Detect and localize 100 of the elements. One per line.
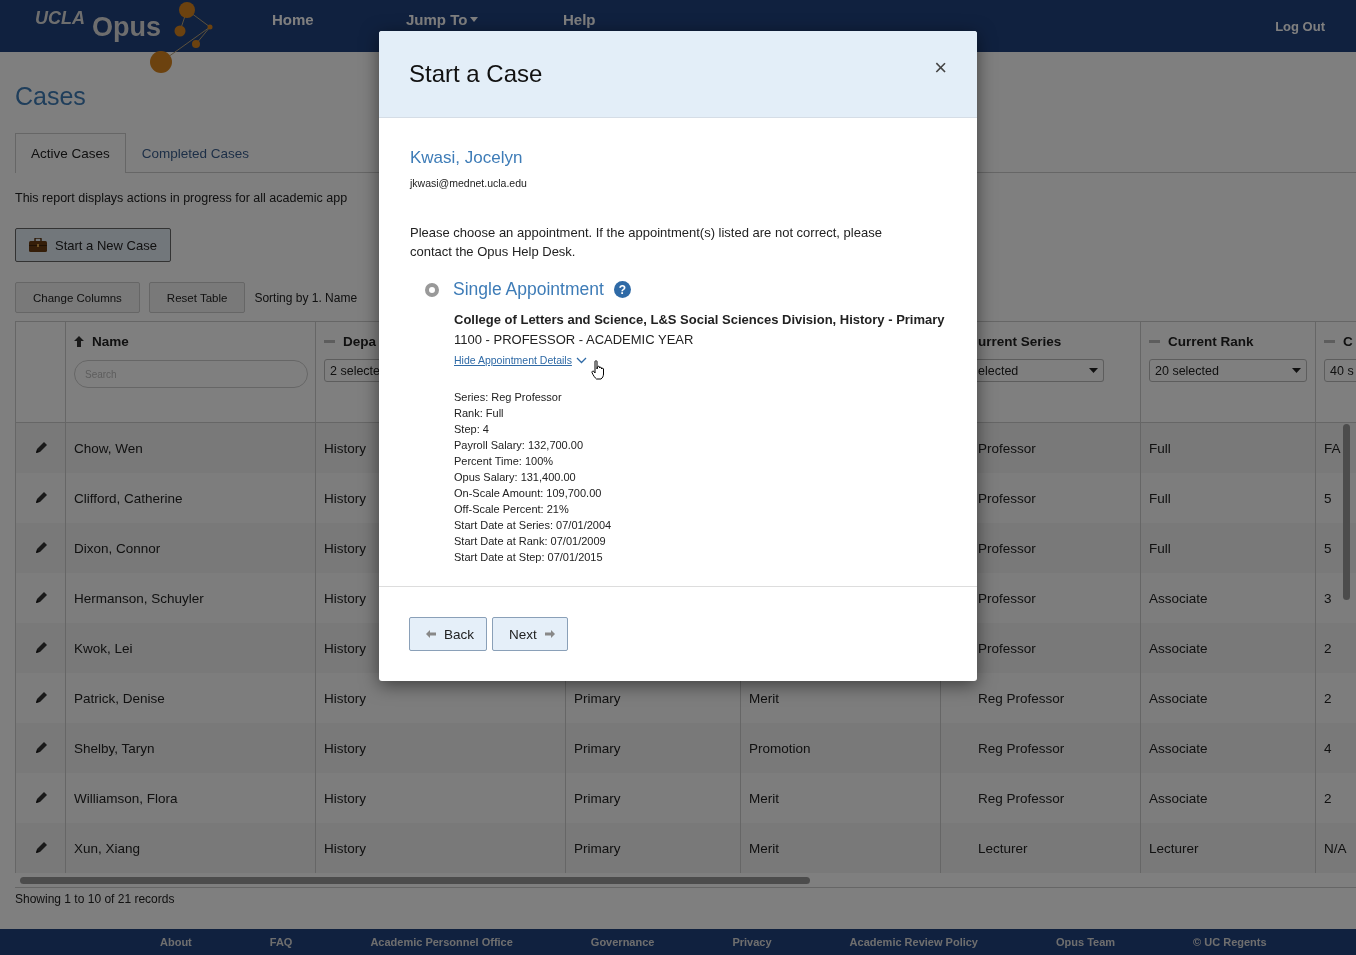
table-cell: Full	[1149, 440, 1171, 456]
table-cell: Primary	[574, 790, 621, 806]
logo-text[interactable]: UCLA	[35, 8, 85, 29]
table-cell: History	[324, 590, 366, 606]
footer-link[interactable]: © UC Regents	[1193, 936, 1267, 948]
filter-dropdown[interactable]: 20 selected	[1149, 359, 1307, 382]
log-out-link[interactable]: Log Out	[1275, 18, 1325, 34]
dialog-title: Start a Case	[409, 60, 543, 88]
table-cell: Professor	[978, 640, 1036, 656]
table-cell: Merit	[749, 790, 779, 806]
detail-text: Opus Salary: 131,400.00	[454, 470, 577, 485]
detail-text: Start Date at Rank: 07/01/2009	[454, 534, 607, 549]
table-cell: History	[324, 490, 366, 506]
table-cell: Xun, Xiang	[74, 840, 141, 856]
footer-link[interactable]: Privacy	[732, 936, 772, 948]
toolbar-button[interactable]: Change Columns	[15, 282, 140, 313]
pencil-icon	[34, 442, 47, 454]
hand-cursor-icon	[591, 360, 606, 380]
tab[interactable]: Completed Cases	[125, 133, 266, 173]
table-cell: Primary	[574, 690, 621, 706]
records-count: Showing 1 to 10 of 21 records	[15, 892, 176, 906]
table-cell: Professor	[978, 590, 1036, 606]
table-cell: Clifford, Catherine	[74, 490, 183, 506]
pencil-icon	[34, 542, 47, 554]
pencil-icon	[34, 792, 47, 804]
column-header[interactable]: Depa	[343, 333, 376, 349]
table-cell: Full	[1149, 490, 1171, 506]
pencil-icon	[34, 742, 47, 754]
start-new-case-button[interactable]: Start a New Case	[15, 228, 171, 262]
table-cell: History	[324, 640, 366, 656]
table-cell: Lecturer	[1149, 840, 1199, 856]
table-cell: 2	[1324, 790, 1332, 806]
detail-text: Rank: Full	[454, 406, 505, 421]
table-cell: 5	[1324, 490, 1332, 506]
table-cell: Associate	[1149, 740, 1208, 756]
table-cell: N/A	[1324, 840, 1347, 856]
logo-text[interactable]: Opus	[92, 10, 161, 44]
table-cell: Lecturer	[978, 840, 1028, 856]
column-header[interactable]: Current Rank	[1168, 333, 1254, 349]
caret-icon	[1089, 368, 1098, 373]
table-cell: Reg Professor	[978, 690, 1065, 706]
table-cell: Chow, Wen	[74, 440, 143, 456]
table-cell: Primary	[574, 740, 621, 756]
unsorted-icon[interactable]	[324, 339, 335, 343]
title-text: 1100 - PROFESSOR - ACADEMIC YEAR	[454, 331, 695, 349]
unsorted-icon[interactable]	[1149, 339, 1160, 343]
table-cell: Associate	[1149, 690, 1208, 706]
tab[interactable]: Active Cases	[15, 133, 126, 173]
table-cell: 2	[1324, 690, 1332, 706]
description-text: This report displays actions in progress for all academic app	[15, 190, 348, 206]
scrollbar[interactable]	[1343, 424, 1350, 600]
table-cell: Primary	[574, 840, 621, 856]
person-name-link[interactable]: Kwasi, Jocelyn	[410, 148, 946, 168]
detail-text: Percent Time: 100%	[454, 454, 555, 469]
footer-link[interactable]: Academic Personnel Office	[370, 936, 513, 948]
pencil-icon	[34, 492, 47, 504]
footer-link[interactable]: Academic Review Policy	[849, 936, 978, 948]
toolbar-button[interactable]: Reset Table	[148, 282, 246, 313]
table-cell: Professor	[978, 440, 1036, 456]
unsorted-icon[interactable]	[1324, 339, 1335, 343]
nav-link[interactable]: Help	[563, 11, 596, 28]
radio-button[interactable]	[425, 282, 439, 297]
filter-dropdown[interactable]: 40 s	[1324, 359, 1356, 382]
table-cell: Full	[1149, 540, 1171, 556]
table-cell: Reg Professor	[978, 790, 1065, 806]
footer-link[interactable]: Opus Team	[1056, 936, 1116, 948]
table-cell: FA	[1324, 440, 1341, 456]
table-cell: 2	[1324, 640, 1332, 656]
footer-link[interactable]: About	[160, 936, 192, 948]
next-button[interactable]: Next	[492, 617, 568, 651]
detail-text: Series: Reg Professor	[454, 390, 563, 405]
arrow-right-icon	[544, 630, 555, 638]
table-cell: History	[324, 540, 366, 556]
table-cell: Professor	[978, 490, 1036, 506]
table-cell: Hermanson, Schuyler	[74, 590, 204, 606]
table-cell: 3	[1324, 590, 1332, 606]
nav-link[interactable]: Home	[272, 11, 406, 28]
table-cell: History	[324, 440, 366, 456]
help-icon[interactable]: ?	[613, 281, 631, 298]
column-header[interactable]: C	[1343, 333, 1353, 349]
option-label[interactable]: Single Appointment	[453, 279, 604, 300]
instructions-text: Please choose an appointment. If the appointment(s) listed are not correct, please contact the Opus Help Desk.	[410, 224, 883, 261]
back-button[interactable]: Back	[409, 617, 487, 651]
arrow-left-icon	[426, 630, 436, 638]
table-cell: Williamson, Flora	[74, 790, 178, 806]
close-button[interactable]: ×	[934, 55, 947, 81]
pencil-icon	[34, 692, 47, 704]
scrollbar[interactable]	[20, 876, 810, 884]
column-header[interactable]: urrent Series	[978, 333, 1062, 349]
footer-link[interactable]: Governance	[590, 936, 655, 948]
caret-icon	[1292, 368, 1301, 373]
pencil-icon	[34, 592, 47, 604]
pencil-icon	[34, 642, 47, 654]
unit-text: College of Letters and Science, L&S Social Sciences Division, History - Primary	[454, 311, 946, 329]
table-cell: Associate	[1149, 640, 1208, 656]
table-cell: History	[324, 840, 366, 856]
details-link[interactable]: Hide Appointment Details	[454, 354, 572, 366]
column-header[interactable]: Name	[92, 333, 129, 349]
footer-link[interactable]: FAQ	[269, 936, 293, 948]
nav-link[interactable]: Jump To	[406, 11, 563, 28]
